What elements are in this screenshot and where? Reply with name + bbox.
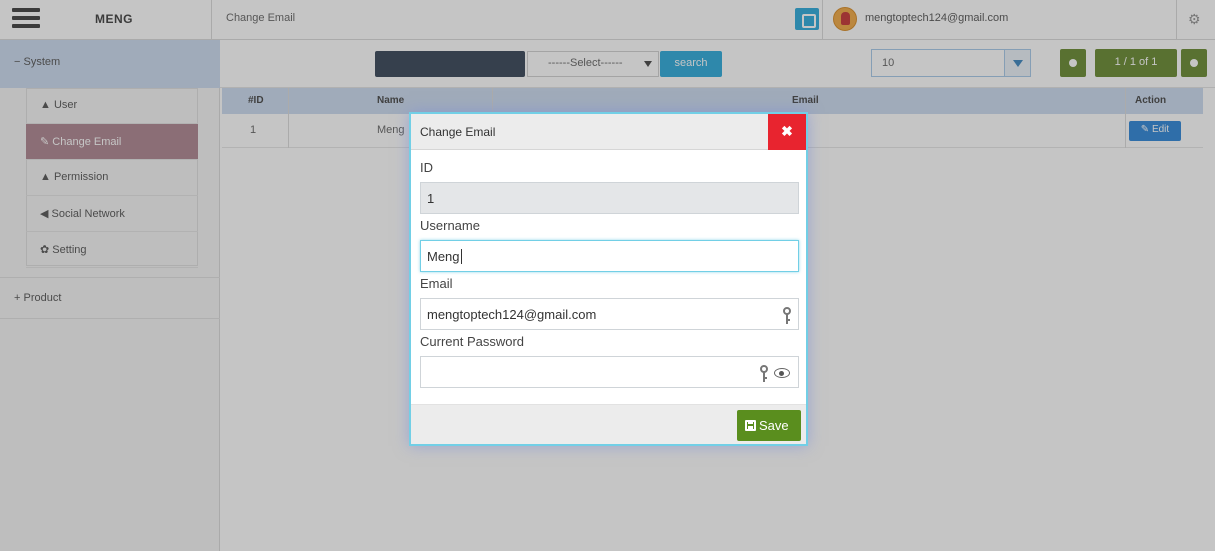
username-value: Meng [427, 249, 460, 264]
floppy-disk-icon [745, 420, 756, 431]
change-email-dialog: Change Email ✖ ID 1 Username Meng Email … [409, 112, 808, 446]
current-password-field[interactable] [420, 356, 799, 388]
dialog-title: Change Email [420, 125, 496, 139]
email-label: Email [420, 276, 453, 291]
id-value: 1 [427, 191, 435, 206]
email-value: mengtoptech124@gmail.com [427, 307, 597, 322]
text-caret [460, 249, 462, 264]
close-button[interactable]: ✖ [768, 114, 806, 150]
current-password-label: Current Password [420, 334, 525, 349]
key-icon [782, 307, 792, 325]
username-field[interactable]: Meng [420, 240, 799, 272]
save-label: Save [759, 418, 789, 433]
key-icon [759, 365, 769, 383]
eye-icon[interactable] [774, 368, 790, 378]
dialog-footer: Save [411, 404, 806, 444]
id-field: 1 [420, 182, 799, 214]
username-label: Username [420, 218, 480, 233]
save-button[interactable]: Save [737, 410, 801, 441]
email-field[interactable]: mengtoptech124@gmail.com [420, 298, 799, 330]
id-label: ID [420, 160, 433, 175]
dialog-header: Change Email ✖ [411, 114, 806, 150]
